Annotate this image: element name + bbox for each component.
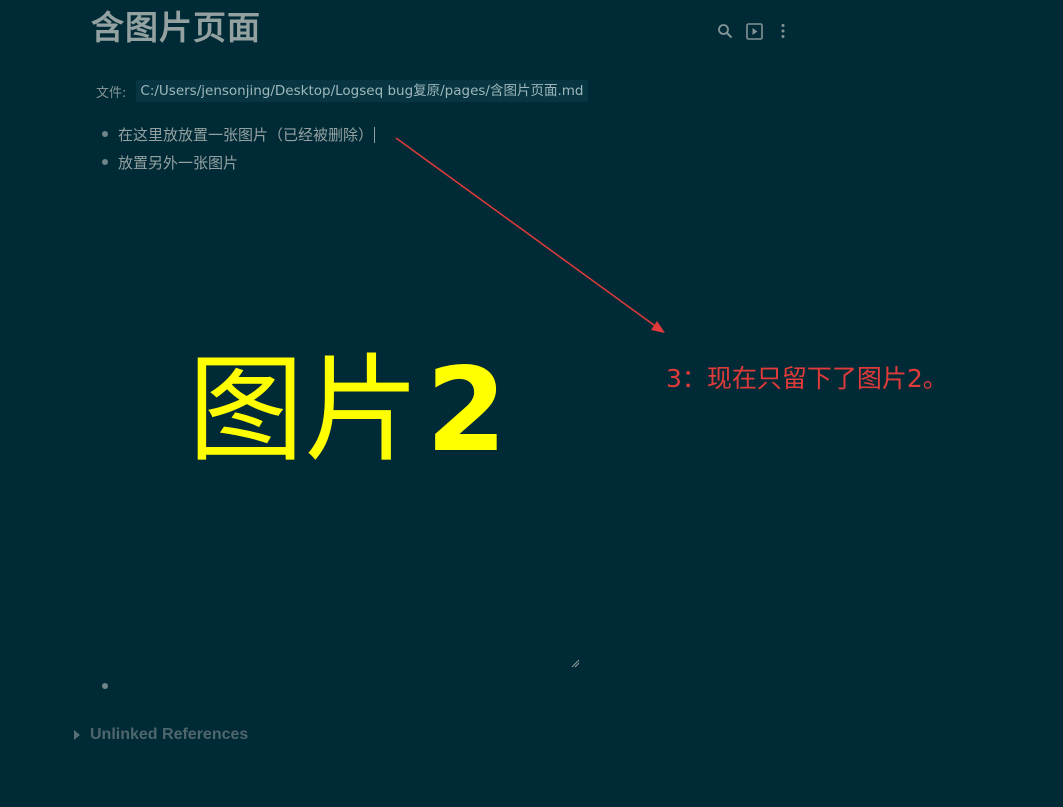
presentation-icon[interactable] bbox=[745, 20, 763, 42]
caret-right-icon[interactable] bbox=[74, 730, 80, 740]
bullet-icon[interactable] bbox=[102, 683, 108, 689]
unlinked-references-label[interactable]: Unlinked References bbox=[90, 726, 248, 744]
file-path-link[interactable]: C:/Users/jensonjing/Desktop/Logseq bug复原… bbox=[136, 80, 588, 102]
bullet-icon[interactable] bbox=[102, 131, 108, 137]
file-path-row: 文件: C:/Users/jensonjing/Desktop/Logseq b… bbox=[96, 80, 588, 102]
text-caret bbox=[374, 127, 376, 143]
image-caption-number: 2 bbox=[426, 343, 507, 478]
more-vertical-icon[interactable] bbox=[774, 20, 792, 42]
page-toolbar bbox=[716, 20, 792, 42]
block-list: 在这里放放置一张图片（已经被删除） 放置另外一张图片 bbox=[96, 120, 376, 176]
resize-handle-icon[interactable] bbox=[570, 653, 580, 668]
search-icon[interactable] bbox=[716, 20, 734, 42]
block-item[interactable]: 在这里放放置一张图片（已经被删除） bbox=[96, 120, 376, 148]
embedded-image[interactable]: 图片2 bbox=[118, 178, 580, 668]
page-container: 含图片页面 文件: C:/Users/jensonjing/Desktop/Lo… bbox=[0, 0, 1063, 807]
empty-block[interactable] bbox=[96, 672, 118, 700]
image-caption: 图片2 bbox=[188, 346, 507, 476]
annotation-text: 3：现在只留下了图片2。 bbox=[666, 364, 948, 393]
block-item[interactable]: 放置另外一张图片 bbox=[96, 148, 375, 176]
block-text[interactable]: 放置另外一张图片 bbox=[118, 152, 238, 173]
block-text[interactable]: 在这里放放置一张图片（已经被删除） bbox=[118, 124, 376, 145]
unlinked-references-toggle[interactable]: Unlinked References bbox=[74, 726, 248, 744]
file-label: 文件: bbox=[96, 85, 127, 101]
bullet-icon[interactable] bbox=[102, 159, 108, 165]
image-caption-text: 图片 bbox=[188, 343, 420, 478]
page-title[interactable]: 含图片页面 bbox=[91, 6, 261, 50]
